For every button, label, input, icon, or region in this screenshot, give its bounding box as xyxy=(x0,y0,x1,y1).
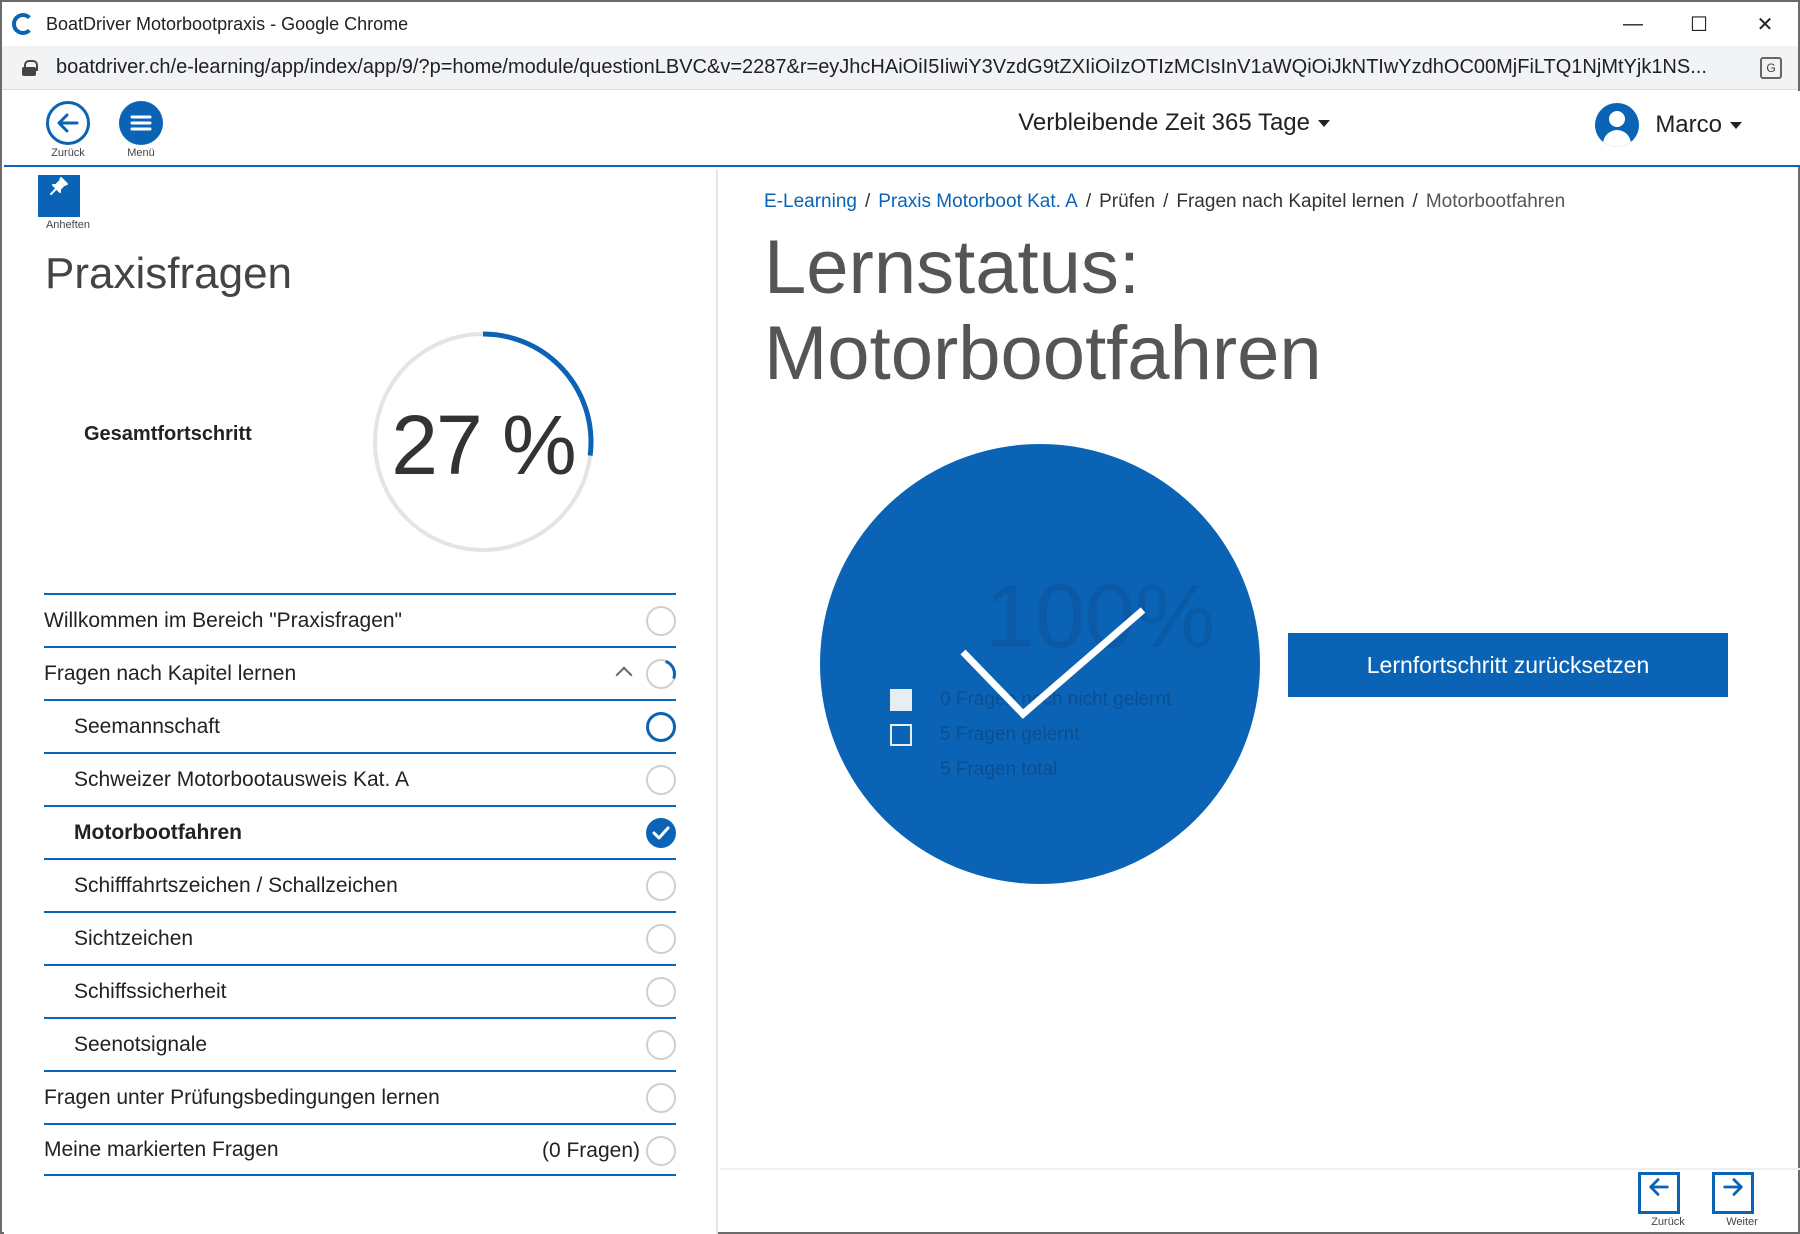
breadcrumb-pruefen: Prüfen xyxy=(1099,191,1156,212)
back-button[interactable]: Zurück xyxy=(38,101,98,159)
footer-back-button[interactable]: Zurück xyxy=(1638,1172,1698,1228)
page-title: Lernstatus: Motorbootfahren xyxy=(764,225,1322,397)
chapter-item-label: Meine markierten Fragen xyxy=(44,1137,279,1161)
sidebar: Anheften Praxisfragen Gesamtfortschritt … xyxy=(4,169,718,1234)
chapter-item-label: Seenotsignale xyxy=(74,1032,208,1056)
breadcrumb-separator: / xyxy=(1163,191,1169,212)
menu-caption: Menü xyxy=(127,147,155,159)
legend-total: 5 Fragen total xyxy=(890,752,1171,787)
chapter-item[interactable]: Schifffahrtszeichen / Schallzeichen xyxy=(44,858,676,911)
chapter-item-label: Schweizer Motorbootausweis Kat. A xyxy=(74,767,409,791)
minimize-button[interactable]: — xyxy=(1600,2,1666,46)
chapter-item[interactable]: Motorbootfahren xyxy=(44,805,676,858)
chapter-item-label: Schifffahrtszeichen / Schallzeichen xyxy=(74,873,398,897)
footer-next-caption: Weiter xyxy=(1726,1216,1758,1228)
status-circle-icon xyxy=(646,1030,676,1060)
status-circle-icon xyxy=(646,924,676,954)
title-bar: BoatDriver Motorbootpraxis - Google Chro… xyxy=(2,2,1798,46)
chapter-item-label: Willkommen im Bereich "Praxisfragen" xyxy=(44,608,403,632)
pin-caption: Anheften xyxy=(45,219,91,231)
breadcrumb-separator: / xyxy=(864,191,871,212)
time-remaining-dropdown[interactable]: Verbleibende Zeit 365 Tage xyxy=(1018,109,1330,137)
app-icon xyxy=(12,13,34,35)
pin-button[interactable]: Anheften xyxy=(38,175,98,231)
page-title-line1: Lernstatus: xyxy=(764,225,1140,310)
chapter-item[interactable]: Fragen nach Kapitel lernen xyxy=(44,646,676,699)
legend-swatch-total xyxy=(890,759,912,781)
breadcrumb-fragen-nach-kapitel: Fragen nach Kapitel lernen xyxy=(1176,191,1405,212)
close-button[interactable]: ✕ xyxy=(1732,2,1798,46)
marked-count: (0 Fragen) xyxy=(541,1139,640,1162)
caret-down-icon xyxy=(1730,121,1742,129)
breadcrumb-e-learning[interactable]: E-Learning xyxy=(764,191,857,212)
chapter-item-label: Sichtzeichen xyxy=(74,926,194,950)
chapter-item[interactable]: Seemannschaft xyxy=(44,699,676,752)
arrow-left-icon xyxy=(46,101,90,145)
user-name: Marco xyxy=(1655,111,1722,138)
status-circle-icon xyxy=(646,712,676,742)
chapter-item[interactable]: Schiffssicherheit xyxy=(44,964,676,1017)
app-header: Zurück Menü Verbleibende Zeit 365 Tage M… xyxy=(4,91,1800,167)
hamburger-icon xyxy=(119,101,163,145)
legend-swatch-not-learned xyxy=(890,688,912,711)
chapter-item-label: Fragen unter Prüfungsbedingungen lernen xyxy=(44,1085,440,1109)
maximize-button[interactable]: ☐ xyxy=(1666,2,1732,46)
legend-swatch-learned xyxy=(890,723,912,746)
chapter-item-label: Fragen nach Kapitel lernen xyxy=(44,661,297,685)
chevron-up-icon[interactable] xyxy=(615,666,633,684)
page-title-line2: Motorbootfahren xyxy=(764,311,1322,396)
chapter-item-label: Motorbootfahren xyxy=(74,820,242,844)
breadcrumb-current: Motorbootfahren xyxy=(1425,191,1566,212)
avatar xyxy=(1595,103,1640,147)
chapter-item-label: Schiffssicherheit xyxy=(74,979,227,1003)
pin-icon xyxy=(38,175,80,217)
status-circle-icon xyxy=(646,659,676,689)
chapter-item[interactable]: Seenotsignale xyxy=(44,1017,676,1070)
breadcrumb-praxis-motorboot[interactable]: Praxis Motorboot Kat. A xyxy=(878,191,1078,212)
browser-window: BoatDriver Motorbootpraxis - Google Chro… xyxy=(0,0,1800,1234)
window-title: BoatDriver Motorbootpraxis - Google Chro… xyxy=(46,13,409,34)
footer-back-caption: Zurück xyxy=(1651,1216,1685,1228)
footer-divider xyxy=(720,1168,1800,1170)
chapter-item[interactable]: Sichtzeichen xyxy=(44,911,676,964)
checkmark-icon xyxy=(960,607,1146,719)
caret-down-icon xyxy=(1318,119,1330,127)
user-menu[interactable]: Marco xyxy=(1595,103,1742,147)
url-text[interactable]: boatdriver.ch/e-learning/app/index/app/9… xyxy=(56,56,1716,79)
overall-progress-value: 27 % xyxy=(391,398,576,492)
chapter-list: Willkommen im Bereich "Praxisfragen" Frag… xyxy=(44,593,676,1176)
status-circle-icon xyxy=(646,871,676,901)
status-circle-icon xyxy=(646,765,676,795)
legend-total-text: 5 Fragen total xyxy=(940,758,1058,780)
status-circle-icon xyxy=(646,606,676,636)
breadcrumb-separator: / xyxy=(1412,191,1418,212)
learning-status-circle: 100% 0 Fragen noch nicht gelernt 5 Frage… xyxy=(820,444,1260,884)
reset-progress-button[interactable]: Lernfortschritt zurücksetzen xyxy=(1288,633,1728,697)
sidebar-title: Praxisfragen xyxy=(45,249,293,298)
check-circle-icon xyxy=(646,818,676,848)
chapter-item-label: Seemannschaft xyxy=(74,714,220,738)
time-remaining-label: Verbleibende Zeit 365 Tage xyxy=(1018,109,1310,136)
address-bar[interactable]: boatdriver.ch/e-learning/app/index/app/9… xyxy=(2,46,1798,90)
lock-icon[interactable] xyxy=(22,59,38,76)
footer-next-button[interactable]: Weiter xyxy=(1712,1172,1772,1228)
status-circle-icon xyxy=(646,1136,676,1166)
arrow-right-icon xyxy=(1712,1172,1754,1214)
menu-button[interactable]: Menü xyxy=(111,101,171,159)
arrow-left-icon xyxy=(1638,1172,1680,1214)
chapter-item[interactable]: Willkommen im Bereich "Praxisfragen" xyxy=(44,593,676,646)
status-circle-icon xyxy=(646,1083,676,1113)
main-content: E-Learning / Praxis Motorboot Kat. A / Prüfe… xyxy=(720,169,1800,1234)
breadcrumb-separator: / xyxy=(1085,191,1092,212)
translate-icon[interactable]: G xyxy=(1760,56,1782,79)
chapter-item[interactable]: Meine markierten Fragen (0 Fragen) xyxy=(44,1123,676,1176)
chapter-item[interactable]: Schweizer Motorbootausweis Kat. A xyxy=(44,752,676,805)
chapter-item[interactable]: Fragen unter Prüfungsbedingungen lernen xyxy=(44,1070,676,1123)
back-caption: Zurück xyxy=(51,147,85,159)
breadcrumb: E-Learning / Praxis Motorboot Kat. A / Prüfe… xyxy=(764,191,1565,213)
status-circle-icon xyxy=(646,977,676,1007)
overall-progress-label: Gesamtfortschritt xyxy=(84,423,252,445)
